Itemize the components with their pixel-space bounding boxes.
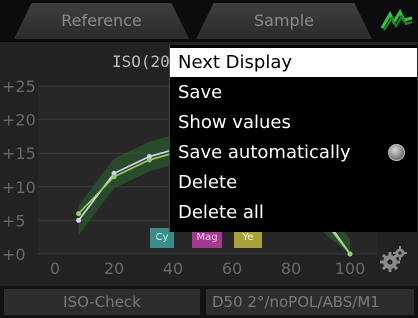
y-tick-label: +15 xyxy=(2,144,36,163)
menu-item-label: Save xyxy=(178,82,223,103)
x-tick-label: 100 xyxy=(335,259,366,278)
menu-item-save[interactable]: Save xyxy=(170,78,417,107)
y-tick-label: +10 xyxy=(2,178,36,197)
tab-sample[interactable]: Sample xyxy=(196,3,372,39)
gear-icon[interactable] xyxy=(378,244,408,274)
context-menu: Next Display Save Show values Save automati… xyxy=(169,45,417,232)
status-bar: ISO-Check D50 2°/noPOL/ABS/M1 xyxy=(0,286,418,318)
x-tick-label: 20 xyxy=(104,259,124,278)
data-point xyxy=(76,211,82,217)
menu-item-next-display[interactable]: Next Display xyxy=(170,48,417,77)
tab-bar: Reference Sample xyxy=(0,0,418,42)
y-tick-label: +20 xyxy=(2,111,36,130)
measurement-settings[interactable]: D50 2°/noPOL/ABS/M1 xyxy=(206,289,414,315)
menu-item-delete-all[interactable]: Delete all xyxy=(170,198,417,227)
menu-item-label: Save automatically xyxy=(178,142,351,163)
x-tick-label: 40 xyxy=(163,259,183,278)
radio-button-icon[interactable] xyxy=(388,144,405,161)
data-point xyxy=(76,217,82,223)
data-point xyxy=(347,251,353,257)
menu-item-delete[interactable]: Delete xyxy=(170,168,417,197)
menu-item-save-automatically[interactable]: Save automatically xyxy=(170,138,417,167)
menu-item-label: Next Display xyxy=(178,52,293,73)
y-tick-label: +25 xyxy=(2,77,36,96)
data-point xyxy=(146,157,152,163)
menu-item-show-values[interactable]: Show values xyxy=(170,108,417,137)
x-tick-label: 0 xyxy=(50,259,60,278)
x-tick-label: 60 xyxy=(222,259,242,278)
menu-item-label: Delete xyxy=(178,172,238,193)
chart-title: ISO(20 xyxy=(112,52,170,71)
logo-icon xyxy=(380,8,413,31)
x-tick-label: 80 xyxy=(281,259,301,278)
menu-item-label: Delete all xyxy=(178,202,264,223)
tab-reference[interactable]: Reference xyxy=(14,3,189,39)
data-point xyxy=(111,174,117,180)
y-tick-label: +5 xyxy=(2,211,26,230)
mode-button[interactable]: ISO-Check xyxy=(4,289,200,315)
menu-item-label: Show values xyxy=(178,112,291,133)
y-tick-label: +0 xyxy=(2,245,26,264)
